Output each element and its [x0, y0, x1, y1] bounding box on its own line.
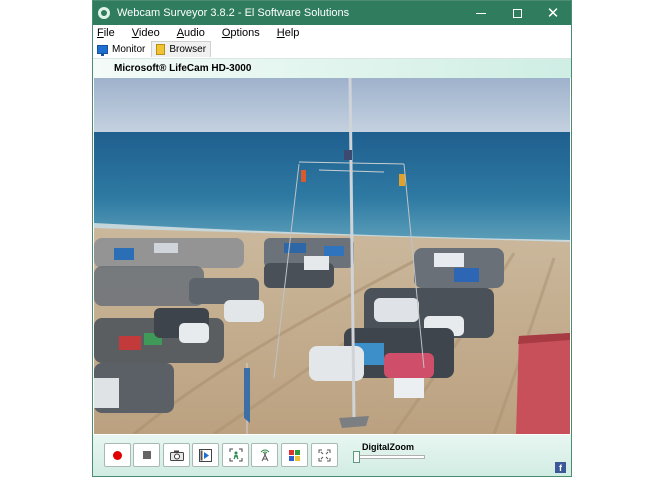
snapshot-button[interactable] [163, 443, 190, 467]
monitor-icon [97, 44, 108, 56]
close-button[interactable]: ✕ [535, 1, 571, 25]
sea [94, 132, 570, 242]
maximize-icon [512, 8, 522, 18]
video-clip-icon [199, 448, 212, 462]
stop-button[interactable] [133, 443, 160, 467]
broadcast-button[interactable] [251, 443, 278, 467]
broadcast-antenna-icon [260, 449, 269, 462]
browser-icon [156, 44, 166, 55]
facebook-icon[interactable]: f [555, 462, 566, 473]
controls-panel: DigitalZoom f [93, 435, 571, 476]
fullscreen-button[interactable] [311, 443, 338, 467]
close-icon: ✕ [546, 4, 560, 22]
tab-monitor-label: Monitor [112, 43, 146, 55]
menu-help[interactable]: Help [277, 27, 300, 39]
camera-icon [169, 450, 184, 461]
motion-detector-icon [229, 448, 242, 462]
video-frame-image [94, 78, 570, 434]
minimize-icon [476, 12, 486, 14]
menu-audio[interactable]: Audio [177, 27, 205, 39]
menu-bar: File Video Audio Options Help [93, 25, 571, 40]
color-settings-button[interactable] [281, 443, 308, 467]
title-bar[interactable]: Webcam Surveyor 3.8.2 - El Software Solu… [93, 1, 571, 25]
sky [94, 78, 570, 140]
color-palette-icon [289, 449, 300, 461]
webcam-app-icon [98, 7, 110, 19]
minimize-button[interactable] [463, 1, 499, 25]
menu-video[interactable]: Video [132, 27, 160, 39]
tab-browser[interactable]: Browser [151, 41, 212, 57]
digital-zoom-slider-track[interactable] [357, 455, 425, 459]
window-controls: ✕ [463, 1, 571, 25]
camera-name: Microsoft® LifeCam HD-3000 [114, 63, 252, 74]
motion-detection-button[interactable] [222, 443, 249, 467]
stop-icon [142, 451, 151, 459]
record-button[interactable] [104, 443, 131, 467]
video-capture-button[interactable] [192, 443, 219, 467]
record-icon [113, 450, 122, 460]
window-title: Webcam Surveyor 3.8.2 - El Software Solu… [117, 7, 350, 19]
tab-browser-label: Browser [169, 44, 207, 55]
fullscreen-icon [318, 449, 331, 461]
tab-bar: Monitor Browser [93, 40, 571, 57]
webcam-video-feed[interactable] [94, 78, 570, 434]
menu-file[interactable]: File [97, 27, 115, 39]
red-building [516, 333, 570, 434]
digital-zoom-slider-thumb[interactable] [353, 451, 360, 463]
digital-zoom-label: DigitalZoom [362, 442, 414, 452]
app-window: Webcam Surveyor 3.8.2 - El Software Solu… [92, 0, 572, 477]
tab-monitor[interactable]: Monitor [93, 41, 150, 57]
menu-options[interactable]: Options [222, 27, 260, 39]
camera-header: Microsoft® LifeCam HD-3000 [93, 58, 571, 78]
maximize-button[interactable] [499, 1, 535, 25]
